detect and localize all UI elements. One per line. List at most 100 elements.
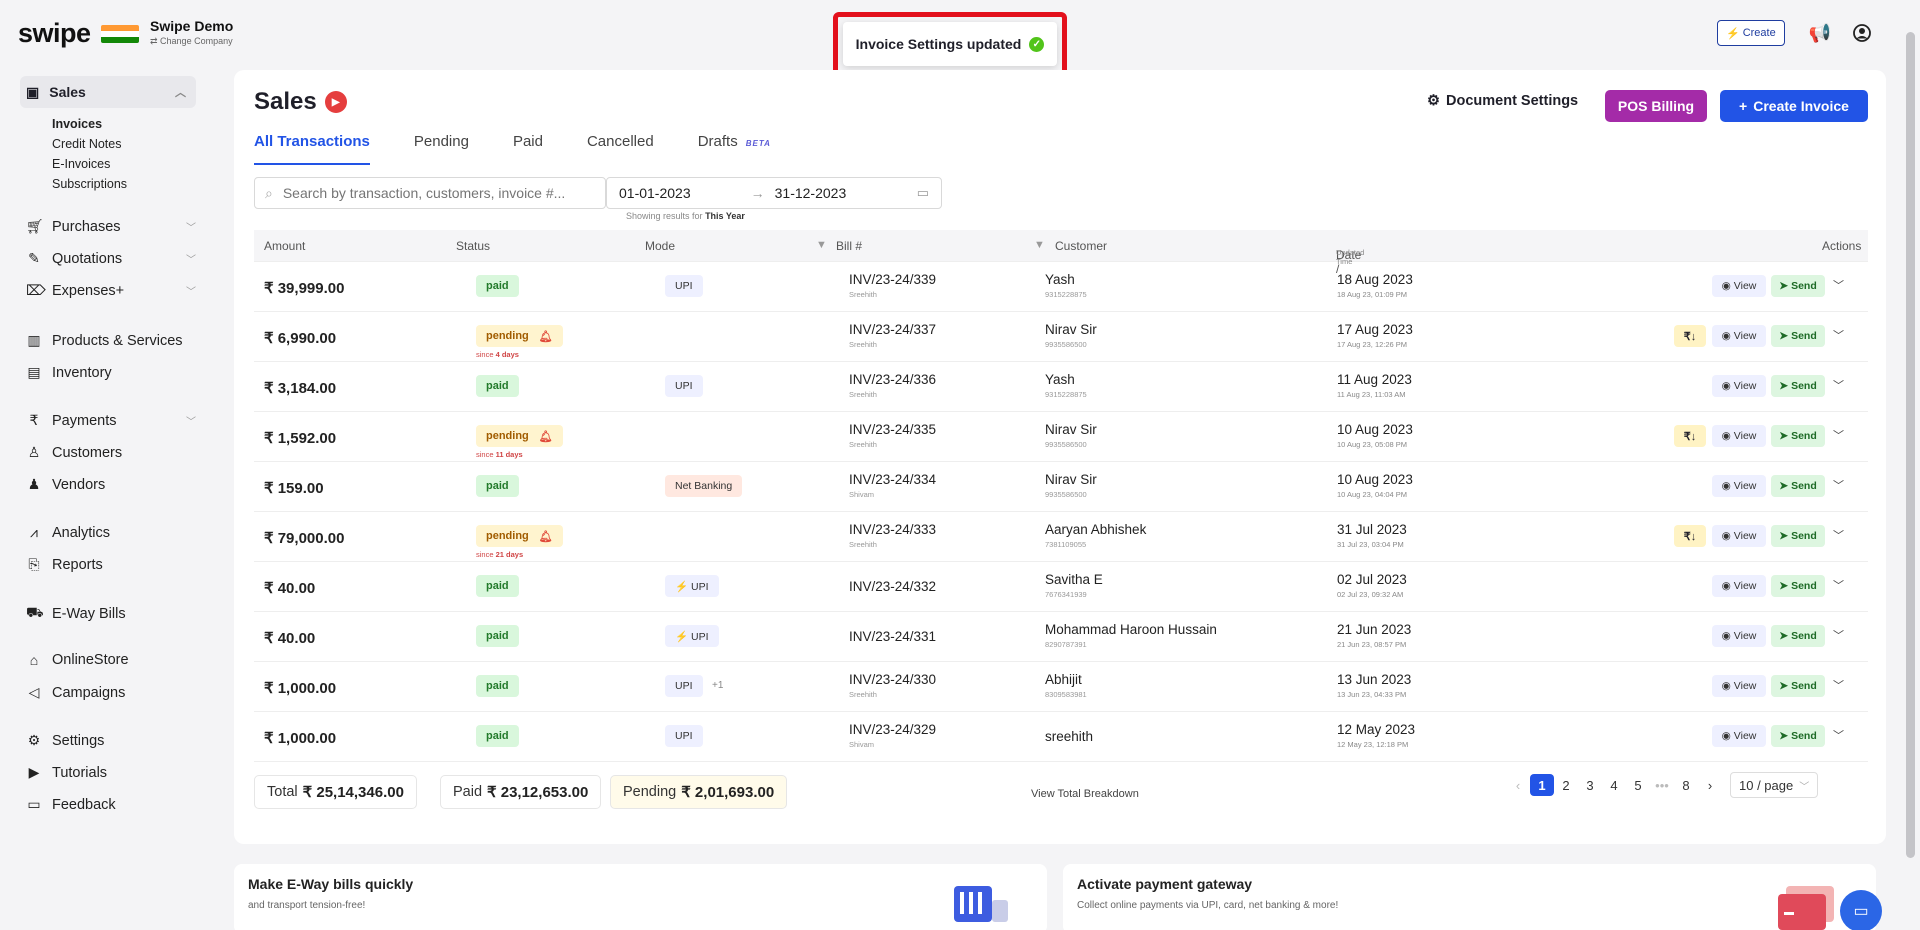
- sidebar-subitem-e-invoices[interactable]: E-Invoices: [52, 157, 110, 171]
- date-from[interactable]: 01-01-2023: [619, 185, 691, 201]
- view-button[interactable]: ◉ View: [1712, 275, 1766, 297]
- create-invoice-button[interactable]: + Create Invoice: [1720, 90, 1868, 122]
- eway-promo-card[interactable]: Make E-Way bills quickly and transport t…: [234, 864, 1047, 930]
- sidebar-item-tutorials[interactable]: ▶ Tutorials: [26, 764, 196, 781]
- filter-icon[interactable]: ▼: [1034, 239, 1045, 251]
- send-button[interactable]: ➤ Send: [1771, 575, 1825, 597]
- sidebar-item-products-services[interactable]: ▥ Products & Services: [26, 332, 196, 349]
- chevron-down-icon[interactable]: ﹀: [1833, 677, 1844, 693]
- table-row[interactable]: ₹ 40.00 paid ⚡ UPI INV/23-24/331 Mohammad Ha…: [254, 612, 1868, 662]
- sidebar-subitem-invoices[interactable]: Invoices: [52, 117, 102, 131]
- page-size-select[interactable]: 10 / page ﹀: [1730, 772, 1819, 798]
- sidebar-item-reports[interactable]: ⎘ Reports: [26, 556, 196, 573]
- send-button[interactable]: ➤ Send: [1771, 325, 1825, 347]
- megaphone-icon[interactable]: 📢: [1807, 20, 1833, 46]
- table-row[interactable]: ₹ 1,000.00 paid UPI INV/23-24/329 Shivam sree…: [254, 712, 1868, 762]
- prev-page-icon[interactable]: ‹: [1506, 774, 1530, 796]
- chat-support-icon[interactable]: ▭: [1840, 890, 1882, 930]
- page-5[interactable]: 5: [1626, 774, 1650, 796]
- chevron-down-icon[interactable]: ﹀: [1833, 527, 1844, 543]
- chevron-down-icon[interactable]: ﹀: [1833, 277, 1844, 293]
- bill-number[interactable]: INV/23-24/330: [849, 672, 936, 687]
- view-total-breakdown-link[interactable]: View Total Breakdown: [1031, 788, 1139, 800]
- bill-number[interactable]: INV/23-24/337: [849, 322, 936, 337]
- chevron-down-icon[interactable]: ﹀: [1833, 427, 1844, 443]
- send-button[interactable]: ➤ Send: [1771, 375, 1825, 397]
- sidebar-item-sales[interactable]: ▣ Sales ︿: [20, 76, 196, 108]
- bell-icon[interactable]: 🔔︎: [539, 430, 553, 443]
- bill-number[interactable]: INV/23-24/331: [849, 629, 936, 644]
- customer-name[interactable]: Savitha E: [1045, 572, 1103, 587]
- page-1[interactable]: 1: [1530, 774, 1554, 796]
- sidebar-subitem-credit-notes[interactable]: Credit Notes: [52, 137, 121, 151]
- record-payment-button[interactable]: ₹↓: [1674, 525, 1706, 547]
- swipe-logo[interactable]: swipe: [18, 18, 139, 49]
- tab-all-transactions[interactable]: All Transactions: [254, 133, 370, 165]
- scrollbar-thumb[interactable]: [1906, 32, 1915, 858]
- document-settings-button[interactable]: ⚙ Document Settings: [1427, 93, 1578, 109]
- customer-name[interactable]: sreehith: [1045, 729, 1093, 744]
- sidebar-item-eway-bills[interactable]: ⛟ E-Way Bills: [26, 604, 196, 623]
- send-button[interactable]: ➤ Send: [1771, 625, 1825, 647]
- customer-name[interactable]: Yash: [1045, 372, 1075, 387]
- change-company-link[interactable]: ⇄ Change Company: [150, 36, 233, 47]
- chevron-down-icon[interactable]: ﹀: [1833, 727, 1844, 743]
- view-button[interactable]: ◉ View: [1712, 325, 1766, 347]
- send-button[interactable]: ➤ Send: [1771, 275, 1825, 297]
- table-row[interactable]: ₹ 6,990.00 pending 🔔︎ since 4 days INV/23-24…: [254, 312, 1868, 362]
- table-row[interactable]: ₹ 3,184.00 paid UPI INV/23-24/336 Sreehith Ya…: [254, 362, 1868, 412]
- date-to[interactable]: 31-12-2023: [775, 185, 847, 201]
- send-button[interactable]: ➤ Send: [1771, 425, 1825, 447]
- next-page-icon[interactable]: ›: [1698, 774, 1722, 796]
- bill-number[interactable]: INV/23-24/333: [849, 522, 936, 537]
- date-range-picker[interactable]: 01-01-2023 → 31-12-2023 ▭: [606, 177, 942, 209]
- filter-icon[interactable]: ▼: [816, 239, 827, 251]
- send-button[interactable]: ➤ Send: [1771, 475, 1825, 497]
- quick-create-button[interactable]: ⚡ Create: [1717, 20, 1785, 46]
- view-button[interactable]: ◉ View: [1712, 525, 1766, 547]
- sidebar-item-campaigns[interactable]: ◁ Campaigns: [26, 684, 196, 701]
- user-account-icon[interactable]: [1849, 20, 1875, 46]
- customer-name[interactable]: Nirav Sir: [1045, 322, 1097, 337]
- chevron-down-icon[interactable]: ﹀: [1833, 327, 1844, 343]
- table-row[interactable]: ₹ 1,000.00 paid UPI +1 INV/23-24/330 Sreehith…: [254, 662, 1868, 712]
- bill-number[interactable]: INV/23-24/336: [849, 372, 936, 387]
- customer-name[interactable]: Abhijit: [1045, 672, 1082, 687]
- record-payment-button[interactable]: ₹↓: [1674, 325, 1706, 347]
- bill-number[interactable]: INV/23-24/335: [849, 422, 936, 437]
- view-button[interactable]: ◉ View: [1712, 475, 1766, 497]
- table-row[interactable]: ₹ 1,592.00 pending 🔔︎ since 11 days INV/23-2…: [254, 412, 1868, 462]
- table-row[interactable]: ₹ 39,999.00 paid UPI INV/23-24/339 Sreehith Y…: [254, 262, 1868, 312]
- page-3[interactable]: 3: [1578, 774, 1602, 796]
- sidebar-item-analytics[interactable]: ⩘ Analytics: [26, 524, 196, 541]
- sidebar-item-quotations[interactable]: ✎ Quotations ﹀: [26, 250, 196, 267]
- search-input[interactable]: [282, 185, 583, 201]
- view-button[interactable]: ◉ View: [1712, 625, 1766, 647]
- customer-name[interactable]: Yash: [1045, 272, 1075, 287]
- table-row[interactable]: ₹ 79,000.00 pending 🔔︎ since 21 days INV/23-…: [254, 512, 1868, 562]
- view-button[interactable]: ◉ View: [1712, 725, 1766, 747]
- bell-icon[interactable]: 🔔︎: [539, 330, 553, 343]
- sidebar-item-payments[interactable]: ₹ Payments ﹀: [26, 412, 196, 429]
- bill-number[interactable]: INV/23-24/329: [849, 722, 936, 737]
- sidebar-item-purchases[interactable]: 🛒︎ Purchases ﹀: [26, 218, 196, 235]
- table-row[interactable]: ₹ 40.00 paid ⚡ UPI INV/23-24/332 Savitha E 76…: [254, 562, 1868, 612]
- view-button[interactable]: ◉ View: [1712, 425, 1766, 447]
- payment-gateway-promo-card[interactable]: Activate payment gateway Collect online …: [1063, 864, 1876, 930]
- company-switcher[interactable]: Swipe Demo ⇄ Change Company: [150, 18, 233, 47]
- customer-name[interactable]: Mohammad Haroon Hussain: [1045, 622, 1217, 637]
- table-row[interactable]: ₹ 159.00 paid Net Banking INV/23-24/334 Shiv…: [254, 462, 1868, 512]
- customer-name[interactable]: Nirav Sir: [1045, 472, 1097, 487]
- send-button[interactable]: ➤ Send: [1771, 725, 1825, 747]
- view-button[interactable]: ◉ View: [1712, 375, 1766, 397]
- sidebar-subitem-subscriptions[interactable]: Subscriptions: [52, 177, 127, 191]
- sidebar-item-vendors[interactable]: ♟ Vendors: [26, 476, 196, 493]
- view-button[interactable]: ◉ View: [1712, 675, 1766, 697]
- tab-pending[interactable]: Pending: [414, 133, 469, 165]
- bill-number[interactable]: INV/23-24/339: [849, 272, 936, 287]
- sidebar-item-onlinestore[interactable]: ⌂ OnlineStore: [26, 652, 196, 668]
- payment-mode-extra[interactable]: +1: [712, 680, 723, 691]
- customer-name[interactable]: Aaryan Abhishek: [1045, 522, 1146, 537]
- send-button[interactable]: ➤ Send: [1771, 525, 1825, 547]
- send-button[interactable]: ➤ Send: [1771, 675, 1825, 697]
